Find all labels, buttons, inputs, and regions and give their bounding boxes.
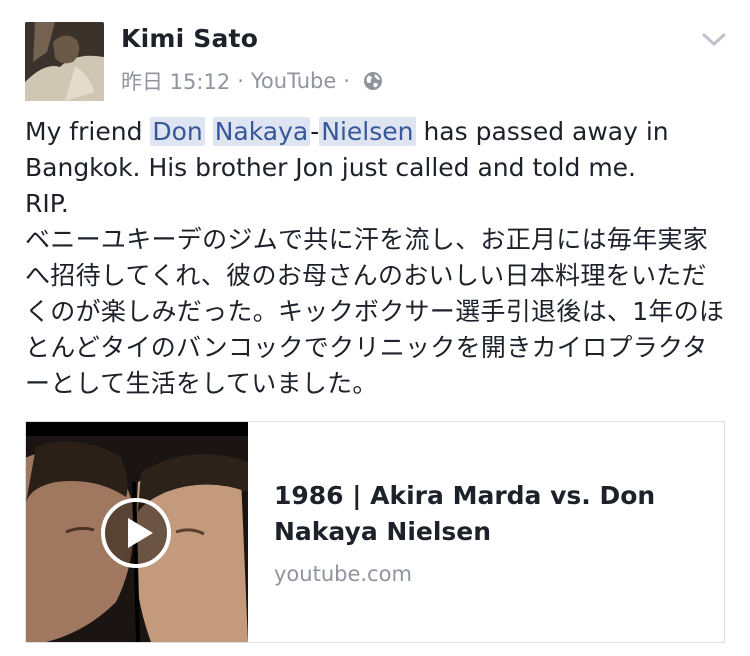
mention-hyphen: - [310, 117, 320, 146]
post-body: My friend Don Nakaya-Nielsen has passed … [25, 114, 725, 402]
link-card-title[interactable]: 1986 | Akira Marda vs. Don Nakaya Nielse… [274, 478, 694, 550]
globe-icon[interactable] [363, 71, 383, 91]
post-source[interactable]: YouTube [251, 69, 336, 93]
post-text-line: Bangkok. His brother Jon just called and… [25, 153, 636, 182]
link-card-domain: youtube.com [274, 562, 412, 586]
mention-link[interactable]: Don [150, 117, 205, 146]
post-text-prefix: My friend [25, 117, 151, 146]
video-thumbnail[interactable] [26, 422, 248, 642]
meta-separator: · [237, 69, 244, 93]
mention-link[interactable]: Nakaya [212, 117, 311, 146]
post-text-line: My friend Don Nakaya-Nielsen has passed … [25, 114, 725, 150]
post-timestamp[interactable]: 昨日 15:12 [121, 66, 230, 96]
post-text-suffix: has passed away in [415, 117, 669, 146]
post-text-japanese: ベニーユキーデのジムで共に汗を流し、お正月には毎年実家へ招待してくれ、彼のお母さ… [25, 225, 725, 398]
chevron-down-icon[interactable] [700, 30, 728, 50]
mention-space [205, 117, 213, 146]
link-preview-card[interactable]: 1986 | Akira Marda vs. Don Nakaya Nielse… [25, 421, 725, 643]
avatar[interactable] [25, 22, 104, 101]
post-header: Kimi Sato 昨日 15:12 · YouTube · [0, 0, 750, 110]
avatar-image [25, 22, 104, 101]
mention-link[interactable]: Nielsen [319, 117, 416, 146]
play-icon[interactable] [100, 497, 172, 569]
post-text-line: RIP. [25, 189, 69, 218]
meta-separator-2: · [343, 69, 350, 93]
author-name[interactable]: Kimi Sato [121, 24, 258, 53]
post-meta: 昨日 15:12 · YouTube · [121, 68, 383, 94]
